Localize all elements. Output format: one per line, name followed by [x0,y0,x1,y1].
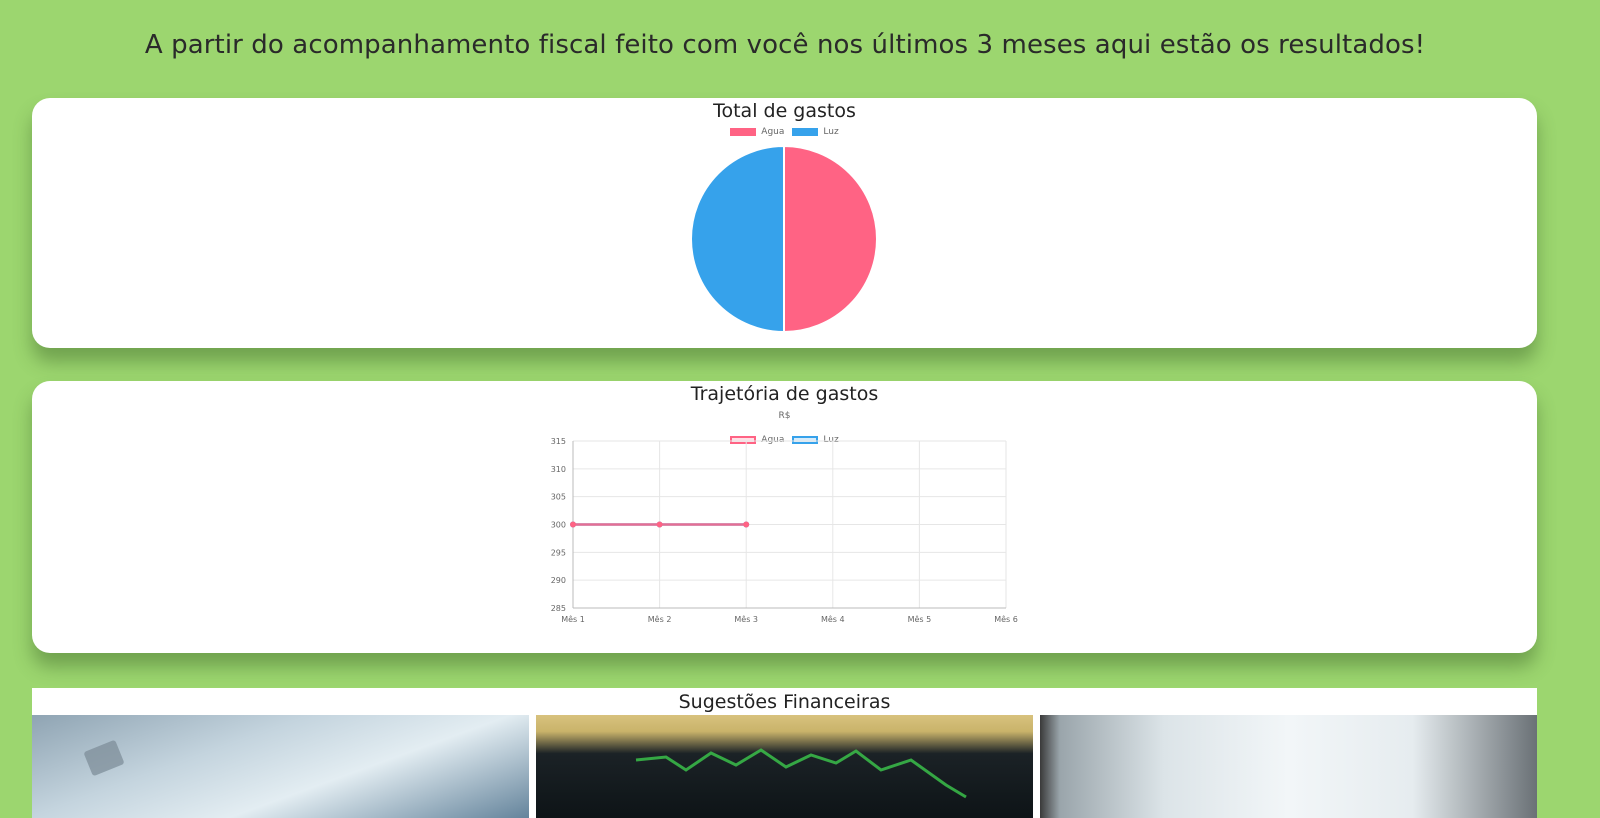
x-tick-label: Mês 1 [561,614,585,624]
y-tick-label: 315 [551,437,566,446]
line-chart: 315 310 305 300 295 290 285Mês 1 Mês 2 Mês 3 Mês … [551,437,1018,624]
sugestoes-title: Sugestões Financeiras [678,691,891,713]
x-tick-label: Mês 2 [648,614,672,624]
y-tick-label: 305 [551,493,566,502]
data-point-agua[interactable] [656,521,663,528]
pie-chart [690,144,878,334]
y-tick-label: 310 [551,465,566,474]
page-headline: A partir do acompanhamento fiscal feito … [144,30,1426,60]
y-tick-label: 300 [551,521,566,530]
x-tick-label: Mês 3 [734,614,758,624]
total-gastos-card: Total de gastos Agua Luz [32,98,1537,348]
stock-chart-lines [635,748,967,799]
card-chip-shape [83,739,125,777]
x-tick-label: Mês 4 [821,614,845,624]
x-tick-label: Mês 6 [994,614,1018,624]
pie-slice-luz[interactable] [690,144,785,334]
stock-chart-photo[interactable] [536,715,1033,818]
data-point-agua[interactable] [570,521,576,528]
y-tick-label: 290 [551,576,566,585]
credit-card-photo[interactable] [32,715,529,818]
pie-slice-agua[interactable] [783,144,878,334]
x-tick-label: Mês 5 [908,614,932,624]
sugestoes-card: Sugestões Financeiras [32,688,1537,818]
y-tick-label: 295 [551,548,566,557]
data-point-agua[interactable] [743,521,750,528]
y-tick-label: 285 [551,604,566,613]
office-window-photo[interactable] [1040,715,1537,818]
trajetoria-gastos-card: Trajetória de gastos R$ Agua Luz 315 310 3… [32,381,1537,653]
